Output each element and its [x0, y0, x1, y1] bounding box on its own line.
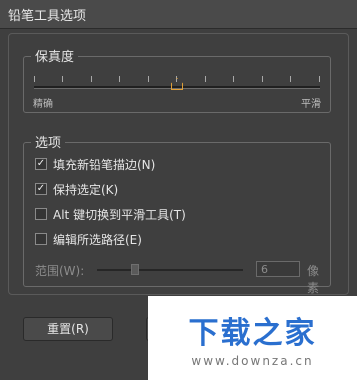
range-label: 范围(W):: [35, 264, 85, 278]
fidelity-tick: [148, 76, 149, 82]
edit-selected-paths-checkbox[interactable]: 编辑所选路径(E): [35, 231, 142, 247]
fidelity-tick: [290, 76, 291, 82]
watermark-url: www.downza.cn: [191, 354, 314, 368]
watermark-logo: 下载之家 www.downza.cn: [148, 296, 357, 380]
fill-new-pencil-strokes-checkbox[interactable]: ✓ 填充新铅笔描边(N): [35, 156, 155, 172]
pencil-tool-options-dialog: 铅笔工具选项 保真度 精确 平滑 选项 ✓ 填充新铅笔描边(N) ✓ 保持选定(…: [0, 0, 357, 380]
range-unit-label: 像素: [307, 264, 320, 295]
fidelity-tick: [119, 76, 120, 82]
option-label: Alt 键切换到平滑工具(T): [53, 207, 186, 222]
fidelity-tick: [62, 76, 63, 82]
option-label: 填充新铅笔描边(N): [53, 157, 156, 172]
options-label: 选项: [31, 132, 66, 151]
fidelity-tick: [91, 76, 92, 82]
fidelity-tick: [34, 76, 35, 82]
checkbox-checked-icon[interactable]: ✓: [35, 158, 47, 170]
title-bar[interactable]: 铅笔工具选项: [0, 0, 357, 29]
option-label: 编辑所选路径(E): [53, 232, 142, 247]
dialog-title: 铅笔工具选项: [8, 9, 87, 24]
fidelity-tick: [262, 76, 263, 82]
fidelity-tick: [319, 76, 320, 82]
alt-toggle-smooth-tool-checkbox[interactable]: Alt 键切换到平滑工具(T): [35, 206, 186, 222]
fidelity-min-label: 精确: [33, 99, 53, 110]
fidelity-label: 保真度: [31, 46, 79, 65]
fidelity-slider-knob[interactable]: [171, 78, 183, 90]
watermark-title: 下载之家: [188, 316, 317, 351]
range-value-field[interactable]: 6: [256, 261, 300, 277]
range-row: 范围(W): 6 像素: [35, 261, 325, 295]
options-group: 选项 ✓ 填充新铅笔描边(N) ✓ 保持选定(K) Alt 键切换到平滑工具(T…: [23, 132, 331, 295]
keep-selected-checkbox[interactable]: ✓ 保持选定(K): [35, 181, 118, 197]
checkbox-checked-icon[interactable]: ✓: [35, 183, 47, 195]
fidelity-tick: [233, 76, 234, 82]
range-slider-knob[interactable]: [131, 264, 139, 275]
fidelity-tick: [205, 76, 206, 82]
fidelity-group: 保真度 精确 平滑: [23, 46, 331, 113]
reset-button[interactable]: 重置(R): [23, 317, 113, 341]
checkbox-empty-icon[interactable]: [35, 233, 47, 245]
checkbox-empty-icon[interactable]: [35, 208, 47, 220]
option-label: 保持选定(K): [53, 182, 119, 197]
range-slider-track[interactable]: [97, 269, 243, 271]
fidelity-max-label: 平滑: [301, 99, 321, 110]
